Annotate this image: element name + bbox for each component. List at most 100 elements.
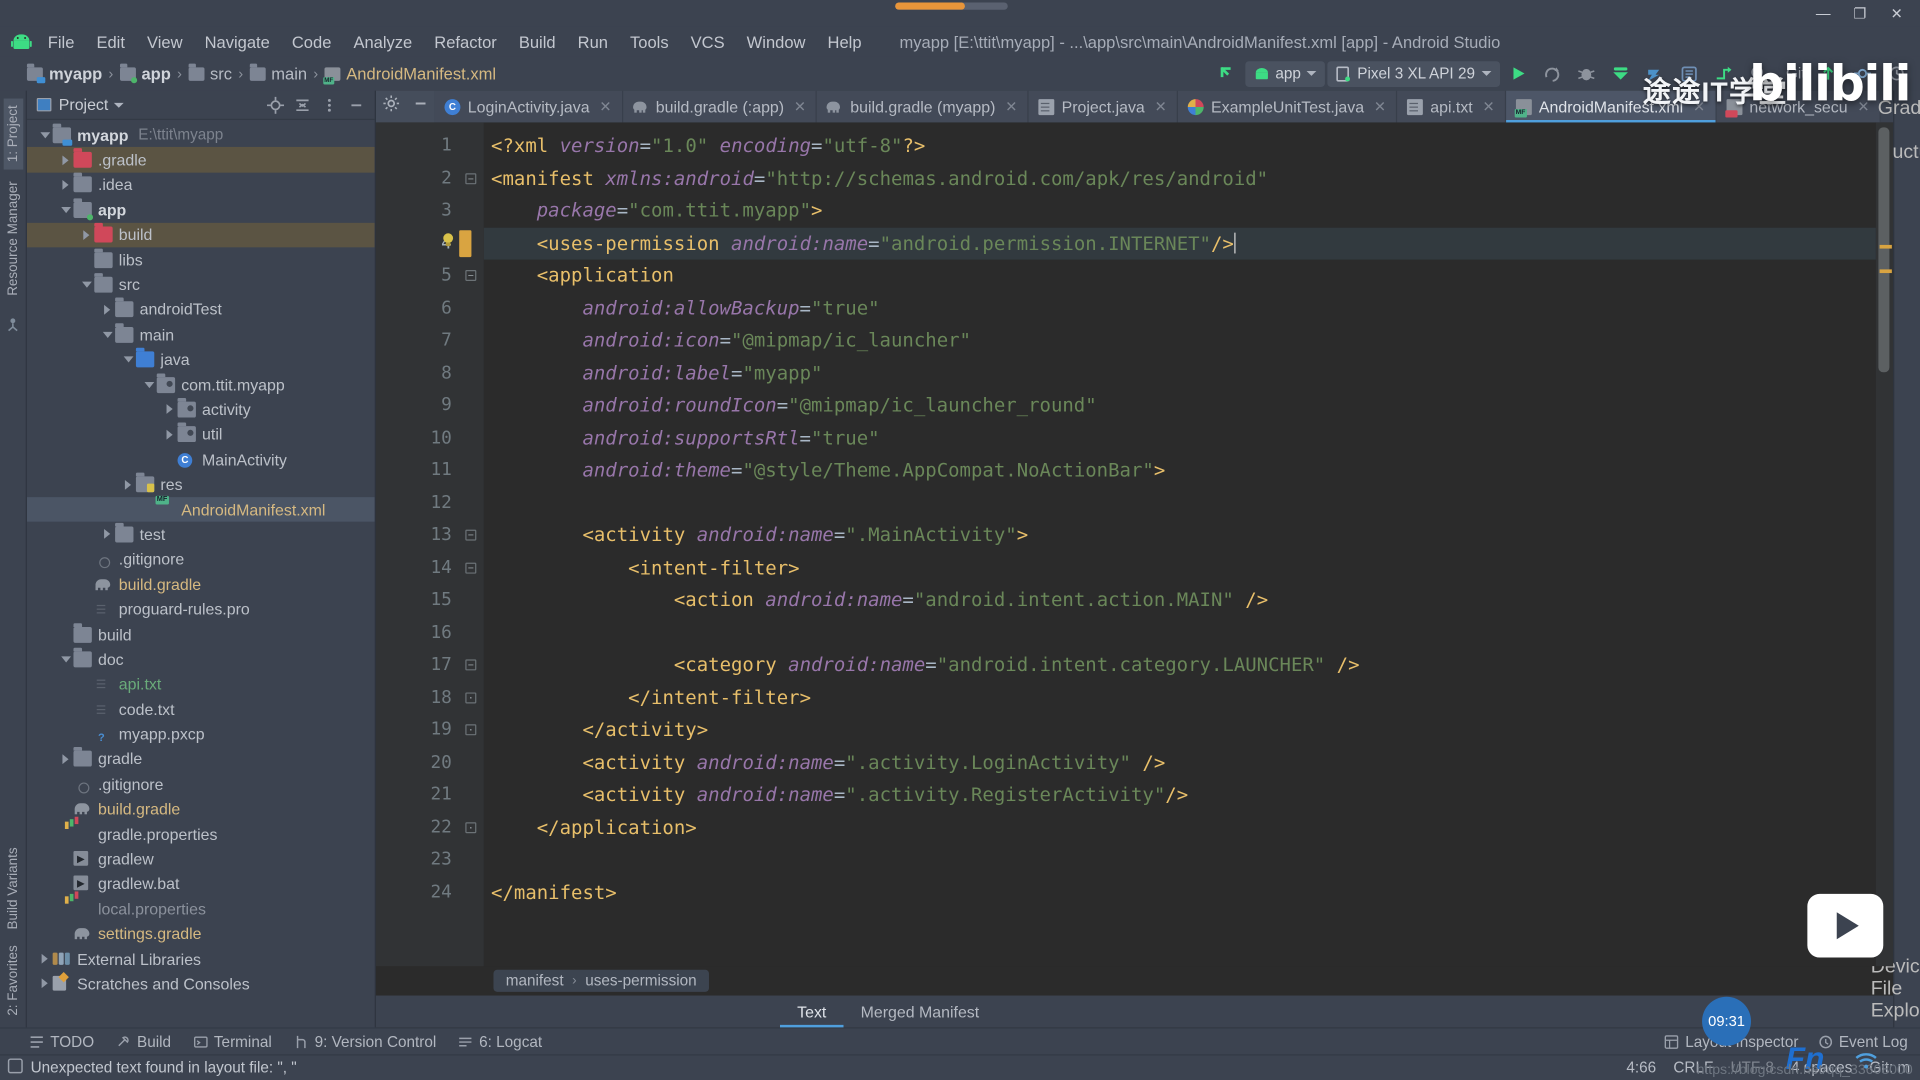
code-line[interactable]: <application bbox=[484, 260, 1876, 292]
line-number[interactable]: 9 bbox=[376, 389, 484, 421]
run-configuration-selector[interactable]: app bbox=[1244, 60, 1326, 87]
debug-icon[interactable] bbox=[1570, 59, 1602, 88]
code-fold-icon[interactable]: · bbox=[465, 724, 477, 736]
code-line[interactable]: <activity android:name=".activity.Regist… bbox=[484, 779, 1876, 811]
code-line[interactable]: </manifest> bbox=[484, 876, 1876, 908]
breadcrumb-main[interactable]: main bbox=[271, 64, 307, 82]
tree-node-build[interactable]: build bbox=[26, 222, 375, 248]
line-number[interactable]: 5− bbox=[376, 260, 484, 292]
menu-view[interactable]: View bbox=[136, 30, 194, 53]
tree-expand-arrow[interactable] bbox=[78, 676, 94, 692]
tool-window-build[interactable]: Build bbox=[116, 1033, 171, 1050]
line-number[interactable]: 17− bbox=[376, 649, 484, 681]
tree-node-androidtest[interactable]: androidTest bbox=[27, 297, 375, 322]
rail-tab-project[interactable]: 1: Project bbox=[3, 97, 23, 170]
line-number[interactable]: 13− bbox=[376, 519, 484, 551]
tree-node-gitignore[interactable]: .gitignore bbox=[27, 772, 375, 797]
tree-expand-arrow[interactable] bbox=[78, 701, 94, 717]
code-text[interactable]: <?xml version="1.0" encoding="utf-8"?> <m… bbox=[483, 122, 1876, 966]
tree-node-java[interactable]: java bbox=[27, 347, 375, 372]
tree-expand-arrow[interactable] bbox=[78, 601, 94, 617]
editor-breadcrumb-uses-permission[interactable]: uses-permission bbox=[585, 972, 696, 989]
code-line[interactable]: android:supportsRtl="true" bbox=[484, 422, 1876, 454]
code-fold-icon[interactable]: − bbox=[465, 529, 477, 541]
menu-window[interactable]: Window bbox=[736, 30, 817, 53]
tree-expand-arrow[interactable] bbox=[120, 352, 136, 368]
tree-expand-arrow[interactable] bbox=[58, 202, 74, 218]
editor-breadcrumb-manifest[interactable]: manifest bbox=[506, 972, 564, 989]
tree-expand-arrow[interactable] bbox=[37, 976, 53, 992]
line-number[interactable]: 23 bbox=[376, 844, 484, 876]
tree-node-api-txt[interactable]: api.txt bbox=[27, 672, 375, 697]
tree-node-main[interactable]: main bbox=[27, 322, 375, 347]
tree-node-test[interactable]: test bbox=[27, 522, 375, 547]
tab-text-view[interactable]: Text bbox=[780, 999, 843, 1027]
tree-node-external-libraries[interactable]: External Libraries bbox=[27, 946, 375, 971]
rail-tab-favorites[interactable]: 2: Favorites bbox=[3, 937, 23, 1022]
menu-vcs[interactable]: VCS bbox=[680, 30, 736, 53]
editor-tab-loginactivity-java[interactable]: C LoginActivity.java ✕ bbox=[434, 90, 623, 123]
line-number[interactable]: 6 bbox=[376, 292, 484, 324]
code-line[interactable]: <category android:name="android.intent.c… bbox=[484, 649, 1876, 681]
tree-node-build-gradle[interactable]: build.gradle bbox=[27, 797, 375, 822]
tree-expand-arrow[interactable] bbox=[99, 526, 115, 542]
settings-gear-icon[interactable] bbox=[382, 95, 399, 118]
line-number[interactable]: 1 bbox=[376, 130, 484, 162]
sync-project-icon[interactable] bbox=[1210, 59, 1242, 88]
tree-node-scratches-and-consoles[interactable]: Scratches and Consoles bbox=[27, 971, 375, 996]
tool-window-terminal[interactable]: Terminal bbox=[193, 1033, 272, 1050]
code-line[interactable]: </application> bbox=[484, 811, 1876, 843]
tree-expand-arrow[interactable] bbox=[58, 626, 74, 642]
tree-node-idea[interactable]: .idea bbox=[27, 172, 375, 197]
code-line[interactable]: <?xml version="1.0" encoding="utf-8"?> bbox=[484, 130, 1876, 162]
tree-expand-arrow[interactable] bbox=[99, 327, 115, 343]
minimize-button[interactable]: — bbox=[1805, 0, 1842, 27]
tree-expand-arrow[interactable] bbox=[141, 377, 157, 393]
code-line[interactable]: android:icon="@mipmap/ic_launcher" bbox=[484, 324, 1876, 356]
rail-tab-device-file-explorer[interactable]: Device File Explorer bbox=[1871, 956, 1920, 1022]
tree-expand-arrow[interactable] bbox=[141, 501, 157, 517]
code-fold-icon[interactable]: · bbox=[465, 821, 477, 833]
tool-window-logcat[interactable]: 6: Logcat bbox=[458, 1033, 542, 1050]
close-icon[interactable]: ✕ bbox=[1374, 98, 1386, 115]
rerun-icon[interactable] bbox=[1536, 59, 1568, 88]
tree-expand-arrow[interactable] bbox=[58, 801, 74, 817]
line-number[interactable]: 18 · bbox=[376, 681, 484, 713]
tree-node-local-properties[interactable]: local.properties bbox=[27, 896, 375, 921]
tree-expand-arrow[interactable] bbox=[162, 427, 178, 443]
tree-node-code-txt[interactable]: code.txt bbox=[27, 697, 375, 722]
tree-node-gradle-properties[interactable]: gradle.properties bbox=[27, 822, 375, 847]
menu-refactor[interactable]: Refactor bbox=[423, 30, 508, 53]
code-line[interactable]: <activity android:name=".MainActivity"> bbox=[484, 519, 1876, 551]
editor-scrollbar[interactable] bbox=[1875, 122, 1894, 967]
code-fold-icon[interactable]: − bbox=[465, 270, 477, 282]
tree-expand-arrow[interactable] bbox=[58, 826, 74, 842]
code-line[interactable]: android:theme="@style/Theme.AppCompat.No… bbox=[484, 454, 1876, 486]
tree-node-gitignore[interactable]: .gitignore bbox=[27, 547, 375, 572]
tree-node-mainactivity[interactable]: C MainActivity bbox=[27, 447, 375, 472]
close-button[interactable]: ✕ bbox=[1878, 0, 1915, 27]
layout-captures-icon[interactable] bbox=[2, 314, 24, 336]
line-number[interactable]: 19 · bbox=[376, 714, 484, 746]
panel-options-icon[interactable] bbox=[316, 92, 343, 116]
tree-expand-arrow[interactable] bbox=[78, 551, 94, 567]
menu-code[interactable]: Code bbox=[281, 30, 343, 53]
editor-tab-build-gradle-myapp[interactable]: build.gradle (myapp) ✕ bbox=[817, 90, 1029, 123]
code-fold-icon[interactable]: − bbox=[465, 562, 477, 574]
editor-tab-exampleunittest-java[interactable]: ExampleUnitTest.java ✕ bbox=[1177, 90, 1398, 123]
tree-expand-arrow[interactable] bbox=[78, 227, 94, 243]
tree-expand-arrow[interactable] bbox=[78, 576, 94, 592]
locate-file-icon[interactable] bbox=[262, 92, 289, 116]
device-selector[interactable]: Pixel 3 XL API 29 bbox=[1327, 60, 1500, 87]
code-line[interactable]: package="com.ttit.myapp"> bbox=[484, 195, 1876, 227]
hide-editor-icon[interactable] bbox=[412, 96, 428, 118]
caret-position[interactable]: 4:66 bbox=[1626, 1059, 1656, 1076]
code-line[interactable] bbox=[484, 487, 1876, 519]
line-number[interactable]: 7 bbox=[376, 324, 484, 356]
scrollbar-thumb[interactable] bbox=[1878, 127, 1890, 373]
line-number[interactable]: 20 bbox=[376, 746, 484, 778]
tree-expand-arrow[interactable] bbox=[58, 926, 74, 942]
tree-expand-arrow[interactable] bbox=[58, 152, 74, 168]
code-line[interactable]: </intent-filter> bbox=[484, 681, 1876, 713]
tool-window-version-control[interactable]: 9: Version Control bbox=[294, 1033, 436, 1050]
